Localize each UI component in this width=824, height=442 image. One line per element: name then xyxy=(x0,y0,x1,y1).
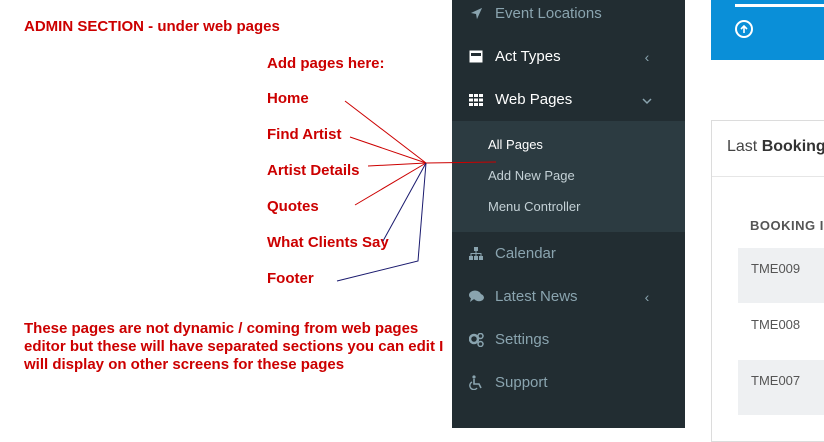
info-box-progress xyxy=(735,4,824,7)
table-row[interactable]: TME008 xyxy=(738,304,824,359)
inbox-icon xyxy=(468,50,484,63)
chevron-left-icon: ‹ xyxy=(644,288,650,305)
sidebar-item-label: Latest News xyxy=(495,288,578,305)
wheelchair-icon xyxy=(468,375,484,390)
panel-title-bold: Booking xyxy=(761,138,824,155)
arrow-line-home xyxy=(344,100,427,164)
chevron-left-icon: ‹ xyxy=(644,48,650,65)
web-pages-submenu: All Pages Add New Page Menu Controller xyxy=(452,121,685,232)
sidebar-item-label: Event Locations xyxy=(495,5,602,22)
sidebar-item-label: Web Pages xyxy=(495,91,573,108)
table-row[interactable]: TME007 xyxy=(738,360,824,415)
annotation-item-home: Home xyxy=(267,90,309,107)
sidebar-item-label: Support xyxy=(495,374,548,391)
sitemap-icon xyxy=(468,247,484,260)
booking-id: TME009 xyxy=(751,261,801,276)
submenu-item-menu-controller[interactable]: Menu Controller xyxy=(488,199,581,214)
annotation-item-what-clients-say: What Clients Say xyxy=(267,234,389,251)
comments-icon xyxy=(468,290,484,303)
annotation-title: ADMIN SECTION - under web pages xyxy=(24,18,280,35)
annotation-item-footer: Footer xyxy=(267,270,314,287)
gears-icon xyxy=(468,332,484,347)
booking-id: TME007 xyxy=(751,373,801,388)
info-box xyxy=(711,0,824,60)
sidebar-item-act-types[interactable]: Act Types ‹ xyxy=(452,35,685,78)
annotation-item-quotes: Quotes xyxy=(267,198,319,215)
sidebar-item-event-locations[interactable]: Event Locations xyxy=(452,0,685,35)
sidebar-item-settings[interactable]: Settings xyxy=(452,318,685,361)
annotation-item-artist-details: Artist Details xyxy=(267,162,360,179)
panel-title-prefix: Last xyxy=(727,138,758,155)
submenu-item-all-pages[interactable]: All Pages xyxy=(488,137,543,152)
sidebar-item-support[interactable]: Support xyxy=(452,361,685,404)
sidebar-item-label: Settings xyxy=(495,331,550,348)
location-arrow-icon xyxy=(468,7,484,20)
arrow-up-circle-icon[interactable] xyxy=(735,20,753,38)
sidebar-item-label: Calendar xyxy=(495,245,556,262)
sidebar-item-calendar[interactable]: Calendar xyxy=(452,232,685,275)
sidebar-item-web-pages[interactable]: Web Pages xyxy=(452,78,685,121)
column-header: BOOKING I xyxy=(750,218,824,233)
arrow-line-find-artist xyxy=(349,136,427,164)
annotation-heading: Add pages here: xyxy=(267,55,385,72)
arrow-line-artist-details xyxy=(367,162,427,167)
chevron-down-icon xyxy=(637,92,657,108)
sidebar-item-label: Act Types xyxy=(495,48,561,65)
booking-id: TME008 xyxy=(751,317,801,332)
table-row[interactable]: TME009 xyxy=(738,248,824,303)
panel-title: Last Booking xyxy=(712,121,824,177)
sidebar-item-latest-news[interactable]: Latest News ‹ xyxy=(452,275,685,318)
sidebar: Event Locations Act Types ‹ Web Pages Al… xyxy=(452,0,685,428)
arrow-line-quotes xyxy=(354,162,427,206)
annotation-item-find-artist: Find Artist xyxy=(267,126,342,143)
grid-icon xyxy=(468,93,484,106)
submenu-item-add-new-page[interactable]: Add New Page xyxy=(488,168,575,183)
last-booking-panel: Last Booking BOOKING I TME009 TME008 TME… xyxy=(711,120,824,442)
arrow-line-what-clients-say xyxy=(382,162,427,242)
annotation-note: These pages are not dynamic / coming fro… xyxy=(24,320,444,373)
arrow-line-footer xyxy=(336,162,427,282)
